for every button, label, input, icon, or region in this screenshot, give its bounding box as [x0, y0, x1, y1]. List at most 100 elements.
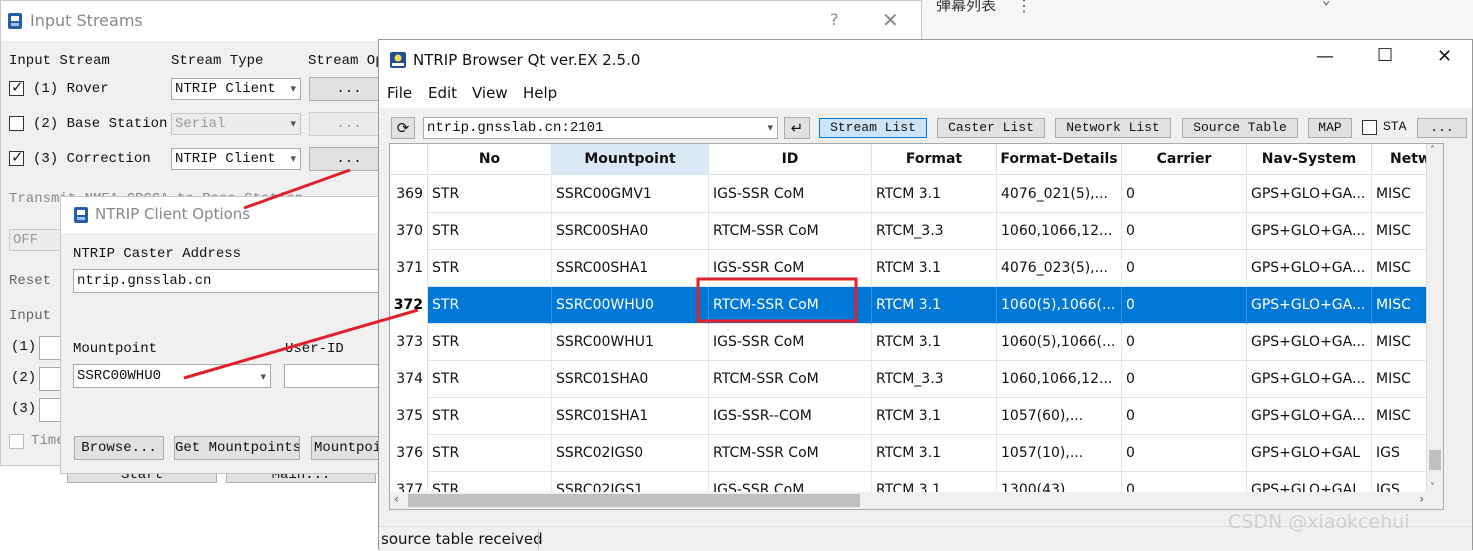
menu-view[interactable]: View — [472, 84, 508, 102]
cell-no: STR — [428, 287, 552, 324]
time-checkbox[interactable] — [9, 434, 24, 449]
vertical-scroll-thumb[interactable] — [1429, 450, 1441, 470]
vertical-scrollbar[interactable]: ˄ ˅ — [1426, 144, 1443, 509]
table-row[interactable]: 375 STR SSRC01SHA1 IGS-SSR--COM RTCM 3.1 1057… — [390, 398, 1443, 435]
cell-id: IGS-SSR CoM — [709, 324, 872, 361]
column-header-no[interactable]: No — [428, 144, 552, 175]
cell-nav: GPS+GLO+GA... — [1247, 324, 1372, 361]
table-row[interactable]: 372 STR SSRC00WHU0 RTCM-SSR CoM RTCM 3.1 1060… — [390, 287, 1443, 324]
stream-type-header: Stream Type — [171, 53, 264, 69]
cell-nav: GPS+GLO+GA... — [1247, 287, 1372, 324]
refresh-icon[interactable]: ⟳ — [391, 117, 415, 139]
background-window-strip: 弹幕列表 ⋮ ⌄ — [920, 0, 1473, 40]
row-header[interactable]: 369 — [390, 176, 428, 213]
scroll-down-icon[interactable]: ˅ — [1430, 482, 1435, 493]
scroll-right-icon[interactable]: › — [1419, 492, 1424, 506]
correction-stream-type-select[interactable]: NTRIP Client ▾ — [171, 148, 301, 170]
cell-fmt: RTCM 3.1 — [872, 287, 997, 324]
rover-checkbox[interactable] — [9, 78, 24, 96]
cell-id: IGS-SSR CoM — [709, 176, 872, 213]
menu-edit[interactable]: Edit — [428, 84, 457, 102]
row-header[interactable]: 376 — [390, 435, 428, 472]
more-options-button[interactable]: ... — [1417, 118, 1467, 138]
help-button[interactable]: ? — [830, 10, 839, 29]
cell-nav: GPS+GLO+GA... — [1247, 361, 1372, 398]
cell-car: 0 — [1122, 250, 1247, 287]
cell-mount: SSRC02IGS0 — [552, 435, 709, 472]
rover-stream-type-select[interactable]: NTRIP Client ▾ — [171, 78, 301, 100]
enter-icon[interactable]: ↵ — [784, 117, 810, 139]
network-list-button[interactable]: Network List — [1055, 118, 1171, 138]
table-row[interactable]: 370 STR SSRC00SHA0 RTCM-SSR CoM RTCM_3.3 1060… — [390, 213, 1443, 250]
row-header[interactable]: 375 — [390, 398, 428, 435]
get-mountpoints-button[interactable]: Get Mountpoints — [174, 436, 300, 460]
horizontal-scrollbar[interactable]: ‹ › — [390, 492, 1428, 509]
rover-options-button[interactable]: ... — [309, 77, 389, 101]
cell-no: STR — [428, 361, 552, 398]
cell-mount: SSRC00WHU0 — [552, 287, 709, 324]
input-streams-titlebar: Input Streams ? ✕ — [1, 1, 921, 41]
table-row[interactable]: 373 STR SSRC00WHU1 IGS-SSR CoM RTCM 3.1 1060(… — [390, 324, 1443, 361]
cell-nav: GPS+GLO+GA... — [1247, 398, 1372, 435]
sta-checkbox[interactable] — [1362, 120, 1377, 135]
menu-file[interactable]: File — [387, 84, 412, 102]
cell-no: STR — [428, 213, 552, 250]
corner-header — [390, 144, 428, 175]
cell-fmt: RTCM_3.3 — [872, 213, 997, 250]
map-button[interactable]: MAP — [1308, 118, 1352, 138]
column-header-mountpoint[interactable]: Mountpoint — [552, 144, 709, 175]
more-icon[interactable]: ⋮ — [1016, 0, 1032, 16]
caster-address-field[interactable]: ntrip.gnsslab.cn — [73, 269, 393, 293]
row-header[interactable]: 374 — [390, 361, 428, 398]
base-station-label: (2) Base Station — [33, 116, 168, 132]
menu-help[interactable]: Help — [523, 84, 557, 102]
browse-button[interactable]: Browse... — [74, 436, 164, 460]
cell-mount: SSRC00SHA0 — [552, 213, 709, 250]
correction-options-button[interactable]: ... — [309, 147, 389, 171]
correction-checkbox[interactable] — [9, 148, 24, 166]
mountpoint-label: Mountpoint — [73, 341, 158, 357]
column-header-nav-system[interactable]: Nav-System — [1247, 144, 1372, 175]
stream-list-button[interactable]: Stream List — [819, 118, 927, 138]
base-station-stream-type-select[interactable]: Serial ▾ — [171, 113, 301, 135]
chevron-down-icon[interactable]: ⌄ — [1322, 0, 1330, 9]
column-header-format-details[interactable]: Format-Details — [997, 144, 1122, 175]
maximize-button[interactable]: ☐ — [1377, 45, 1393, 66]
minimize-button[interactable]: — — [1316, 46, 1334, 67]
cell-mount: SSRC01SHA1 — [552, 398, 709, 435]
input-file-1-label: (1) — [11, 339, 37, 355]
row-header[interactable]: 373 — [390, 324, 428, 361]
column-header-id[interactable]: ID — [709, 144, 872, 175]
table-row[interactable]: 374 STR SSRC01SHA0 RTCM-SSR CoM RTCM_3.3 1060… — [390, 361, 1443, 398]
reset-label: Reset C — [9, 273, 68, 289]
row-header[interactable]: 371 — [390, 250, 428, 287]
column-header-format[interactable]: Format — [872, 144, 997, 175]
close-button[interactable]: ✕ — [882, 8, 899, 32]
close-button[interactable]: ✕ — [1437, 46, 1452, 67]
base-station-checkbox[interactable] — [9, 116, 24, 131]
table-row[interactable]: 369 STR SSRC00GMV1 IGS-SSR CoM RTCM 3.1 4076_… — [390, 176, 1443, 213]
mountpoint-select[interactable]: SSRC00WHU0 ▾ — [73, 364, 271, 388]
column-header-carrier[interactable]: Carrier — [1122, 144, 1247, 175]
caster-address-select[interactable]: ntrip.gnsslab.cn:2101 ▾ — [423, 117, 778, 139]
row-header[interactable]: 372 — [390, 287, 428, 324]
horizontal-scroll-thumb[interactable] — [408, 494, 860, 507]
caster-list-button[interactable]: Caster List — [937, 118, 1045, 138]
table-row[interactable]: 376 STR SSRC02IGS0 RTCM-SSR CoM RTCM 3.1 1057… — [390, 435, 1443, 472]
source-table-button[interactable]: Source Table — [1182, 118, 1298, 138]
cell-id: RTCM-SSR CoM — [709, 361, 872, 398]
browser-toolbar: ⟳ ntrip.gnsslab.cn:2101 ▾ ↵ Stream List C… — [379, 108, 1472, 148]
row-header[interactable]: 370 — [390, 213, 428, 250]
table-row[interactable]: 371 STR SSRC00SHA1 IGS-SSR CoM RTCM 3.1 4076_… — [390, 250, 1443, 287]
menu-bar: File Edit View Help — [379, 80, 1472, 108]
stream-table: No Mountpoint ID Format Format-Details C… — [389, 143, 1444, 510]
base-station-options-button[interactable]: ... — [309, 112, 389, 136]
cell-fmt: RTCM 3.1 — [872, 398, 997, 435]
chevron-down-icon: ▾ — [260, 370, 266, 383]
cell-fmt: RTCM 3.1 — [872, 324, 997, 361]
chevron-down-icon: ▾ — [290, 82, 296, 95]
chevron-down-icon: ▾ — [767, 121, 773, 134]
scroll-left-icon[interactable]: ‹ — [394, 492, 399, 506]
scroll-up-icon[interactable]: ˄ — [1430, 145, 1435, 156]
cell-nav: GPS+GLO+GA... — [1247, 176, 1372, 213]
